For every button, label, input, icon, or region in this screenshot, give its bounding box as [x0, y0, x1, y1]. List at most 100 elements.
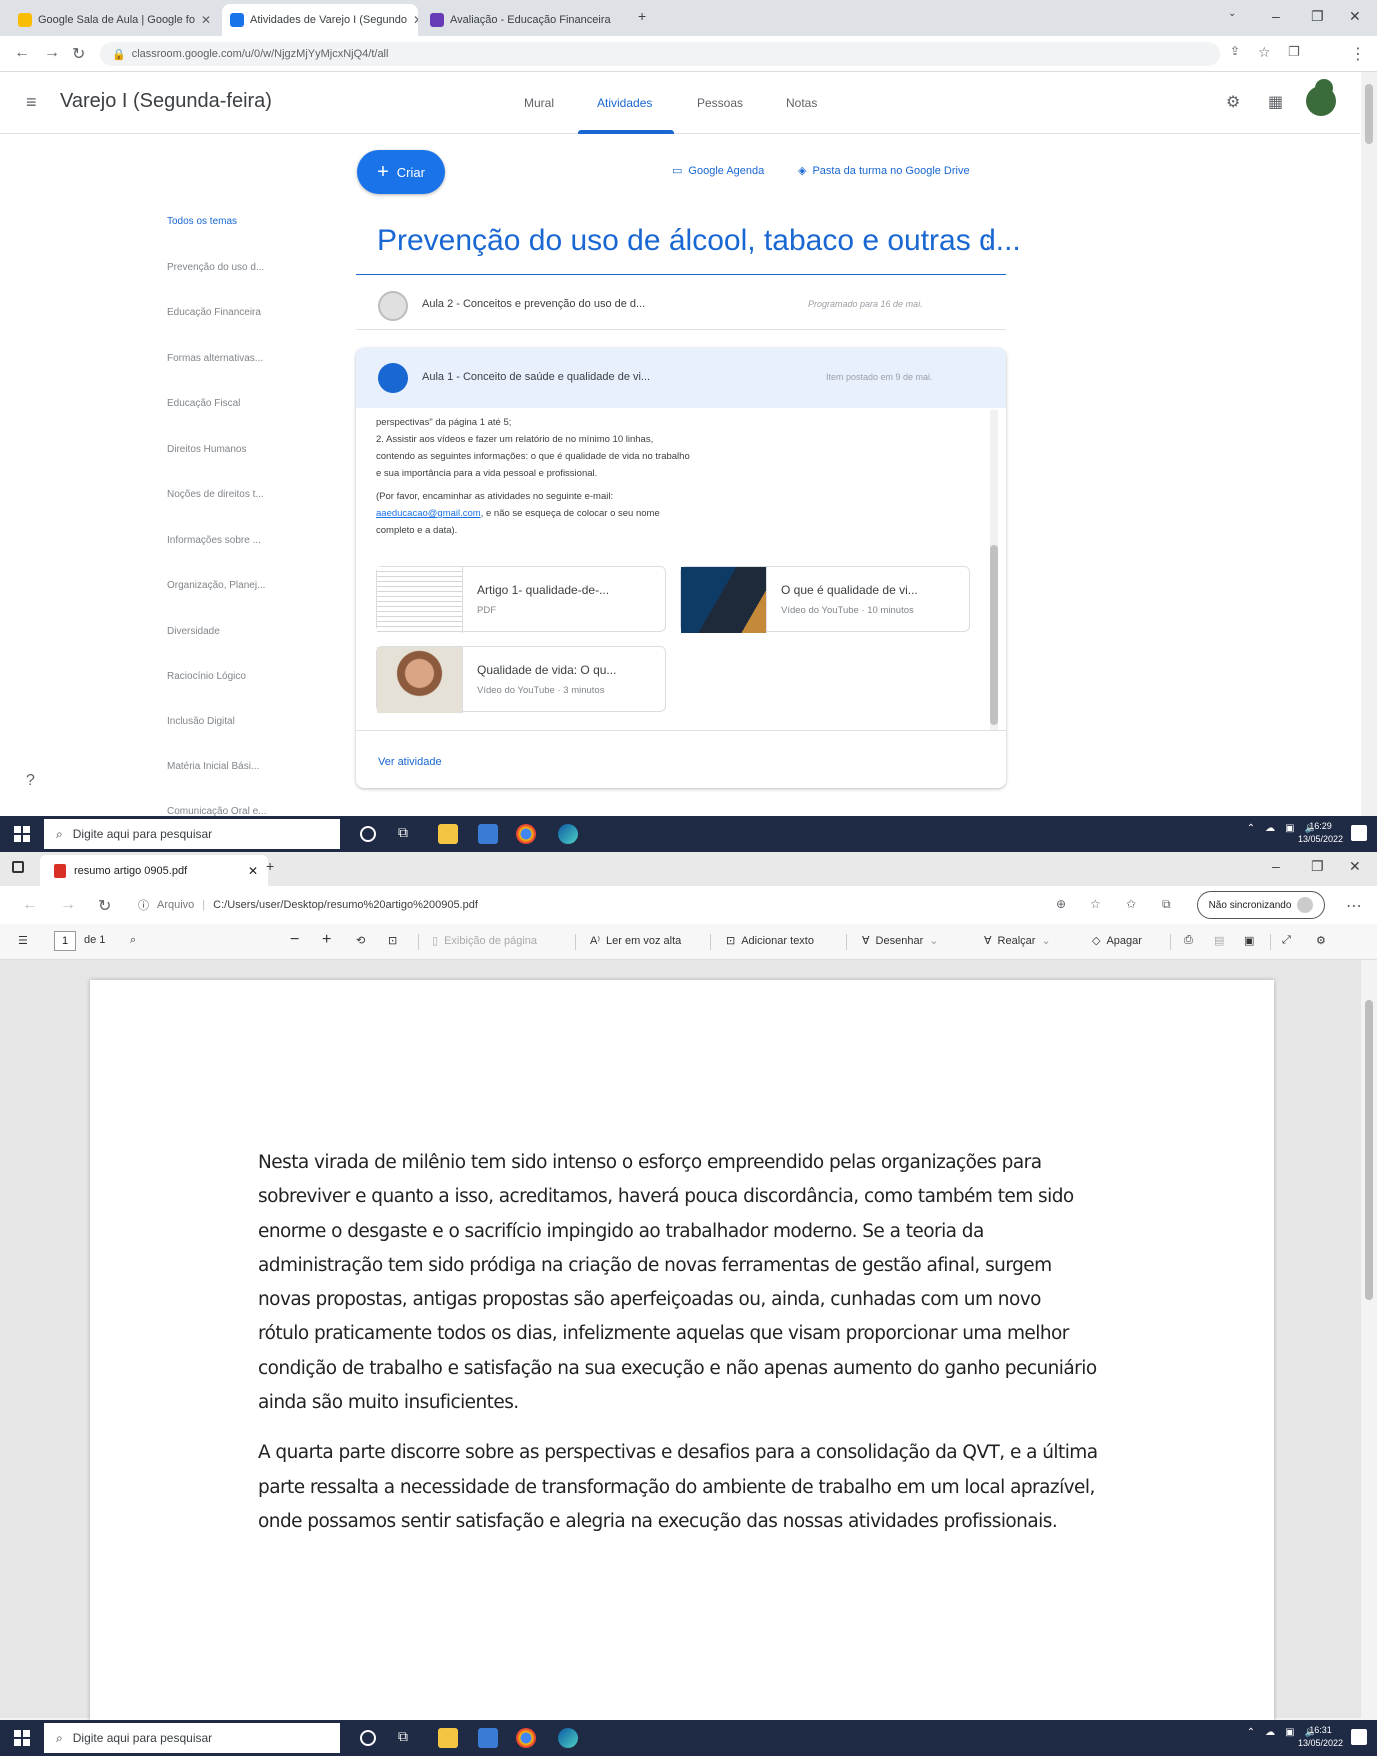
close-tab-icon[interactable]: ✕ [413, 13, 418, 27]
taskbar-search-box[interactable]: ⌕ Digite aqui para pesquisar [44, 819, 340, 849]
class-title[interactable]: Varejo I (Segunda-feira) [60, 90, 272, 113]
bookmark-star-icon[interactable]: ☆ [1258, 44, 1271, 61]
menu-dots-icon[interactable]: ⋯ [1346, 896, 1362, 916]
highlight-button[interactable]: ∀ Realçar ⌄ [984, 934, 1051, 948]
taskbar-clock[interactable]: 16:29 13/05/2022 [1298, 820, 1343, 846]
scrollbar-thumb[interactable] [1365, 1000, 1373, 1300]
fullscreen-icon[interactable]: ⤢ [1282, 934, 1291, 947]
settings-gear-icon[interactable]: ⚙ [1226, 92, 1240, 112]
close-tab-icon[interactable]: ✕ [248, 864, 258, 878]
page-scrollbar[interactable] [1361, 72, 1377, 817]
close-tab-icon[interactable]: ✕ [617, 13, 618, 27]
topic-item[interactable]: Matéria Inicial Bási... [167, 761, 259, 772]
tab-pdf[interactable]: resumo artigo 0905.pdf ✕ [40, 855, 268, 886]
zoom-icon[interactable]: ⊕ [1056, 897, 1066, 911]
topic-all[interactable]: Todos os temas [167, 216, 237, 227]
topic-item[interactable]: Raciocínio Lógico [167, 671, 246, 682]
erase-button[interactable]: ◇ Apagar [1092, 934, 1142, 948]
file-explorer-icon[interactable] [438, 824, 458, 844]
scrollbar-thumb[interactable] [1365, 84, 1373, 144]
url-field[interactable]: ⓘ Arquivo | C:/Users/user/Desktop/resumo… [138, 891, 1038, 919]
sync-status-button[interactable]: Não sincronizando [1197, 891, 1325, 919]
collections-icon[interactable]: ⧉ [1162, 897, 1171, 912]
tab-atividades-nav[interactable]: Atividades [597, 96, 652, 110]
forward-icon[interactable]: → [60, 896, 76, 914]
rotate-icon[interactable]: ⟲ [356, 934, 365, 947]
cortana-icon[interactable] [360, 826, 376, 842]
table-of-contents-icon[interactable]: ☰ [18, 934, 28, 947]
new-tab-icon[interactable]: + [638, 8, 646, 24]
maximize-icon[interactable]: ❐ [1311, 858, 1324, 875]
add-text-button[interactable]: ⊡ Adicionar texto [726, 934, 814, 948]
topic-item[interactable]: Educação Financeira [167, 307, 261, 318]
view-activity-link[interactable]: Ver atividade [378, 756, 442, 768]
maximize-icon[interactable]: ❐ [1311, 8, 1324, 25]
menu-dots-icon[interactable]: ⋮ [1350, 44, 1366, 64]
chrome-icon[interactable] [516, 1728, 536, 1748]
attachment-video[interactable]: Qualidade de vida: O qu... Vídeo do YouT… [376, 646, 666, 713]
save-as-icon[interactable]: ▣ [1244, 934, 1254, 947]
attachment-video[interactable]: O que é qualidade de vi... Vídeo do YouT… [680, 566, 970, 633]
attachment-pdf[interactable]: Artigo 1- qualidade-de-... PDF [376, 566, 666, 633]
forward-icon[interactable]: → [44, 44, 60, 62]
new-tab-icon[interactable]: + [266, 858, 274, 874]
store-icon[interactable] [478, 1728, 498, 1748]
extensions-icon[interactable]: ❐ [1288, 44, 1300, 60]
tab-pessoas[interactable]: Pessoas [697, 96, 743, 110]
topic-item[interactable]: Prevenção do uso d... [167, 262, 264, 273]
add-favorite-icon[interactable]: ☆ [1090, 897, 1101, 911]
back-icon[interactable]: ← [14, 44, 30, 62]
google-calendar-link[interactable]: ▭ Google Agenda [672, 164, 764, 178]
save-icon[interactable]: ▤ [1214, 934, 1224, 947]
chrome-icon[interactable] [516, 824, 536, 844]
assignment-header[interactable]: Aula 1 - Conceito de saúde e qualidade d… [356, 348, 1006, 408]
cortana-icon[interactable] [360, 1730, 376, 1746]
topic-item[interactable]: Organização, Planej... [167, 580, 265, 591]
windows-start-icon[interactable] [14, 826, 30, 842]
draw-button[interactable]: ∀ Desenhar ⌄ [862, 934, 938, 948]
task-view-icon[interactable]: ⧉ [398, 824, 418, 844]
tab-notas[interactable]: Notas [786, 96, 817, 110]
tab-avaliacao[interactable]: Avaliação - Educação Financeira ✕ [422, 4, 618, 36]
notifications-icon[interactable] [1351, 1729, 1367, 1745]
fit-page-icon[interactable]: ⊡ [388, 934, 397, 947]
reload-icon[interactable]: ↻ [98, 896, 111, 916]
topic-item[interactable]: Informações sobre ... [167, 535, 261, 546]
minimize-icon[interactable]: – [1272, 8, 1280, 24]
account-avatar[interactable] [1306, 86, 1336, 116]
zoom-in-icon[interactable]: + [322, 931, 331, 949]
description-scrollbar[interactable] [990, 410, 998, 730]
share-icon[interactable]: ⇪ [1230, 44, 1240, 58]
help-icon[interactable]: ? [26, 772, 35, 790]
tab-google-classroom[interactable]: Google Sala de Aula | Google fo ✕ [10, 4, 218, 36]
file-explorer-icon[interactable] [438, 1728, 458, 1748]
topic-item[interactable]: Diversidade [167, 626, 220, 637]
topic-item[interactable]: Noções de direitos t... [167, 489, 264, 500]
task-view-icon[interactable]: ⧉ [398, 1728, 418, 1748]
taskbar-search-box[interactable]: ⌕ Digite aqui para pesquisar [44, 1723, 340, 1753]
close-window-icon[interactable]: ✕ [1349, 8, 1361, 25]
close-window-icon[interactable]: ✕ [1349, 858, 1361, 875]
favorites-icon[interactable]: ✩ [1126, 897, 1136, 911]
pdf-scrollbar[interactable] [1361, 960, 1377, 1718]
taskbar-clock[interactable]: 16:31 13/05/2022 [1298, 1724, 1343, 1750]
store-icon[interactable] [478, 824, 498, 844]
topic-item[interactable]: Formas alternativas... [167, 353, 263, 364]
topic-item[interactable]: Direitos Humanos [167, 444, 246, 455]
find-icon[interactable]: ⌕ [130, 934, 136, 947]
back-icon[interactable]: ← [22, 896, 38, 914]
reload-icon[interactable]: ↻ [72, 44, 85, 64]
page-view-button[interactable]: ▯ Exibição de página [432, 934, 537, 948]
edge-icon[interactable] [558, 1728, 578, 1748]
topic-item[interactable]: Inclusão Digital [167, 716, 235, 727]
assignment-row[interactable]: Aula 2 - Conceitos e prevenção do uso de… [356, 282, 1006, 330]
email-link[interactable]: aaeducacao@gmail.com [376, 508, 481, 519]
pdf-settings-icon[interactable]: ⚙ [1316, 934, 1326, 947]
tab-atividades[interactable]: Atividades de Varejo I (Segundo ✕ [222, 4, 418, 36]
page-number-input[interactable]: 1 [54, 931, 76, 951]
edge-icon[interactable] [558, 824, 578, 844]
close-tab-icon[interactable]: ✕ [201, 13, 211, 27]
apps-grid-icon[interactable]: ▦ [1268, 92, 1283, 112]
notifications-icon[interactable] [1351, 825, 1367, 841]
drive-folder-link[interactable]: ◈ Pasta da turma no Google Drive [798, 164, 970, 178]
